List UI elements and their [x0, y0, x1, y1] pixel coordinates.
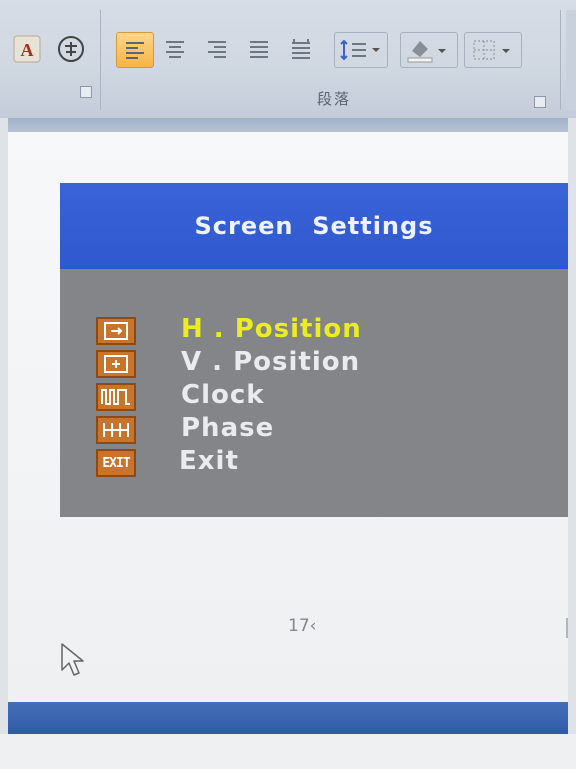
align-left-icon[interactable] [116, 32, 154, 68]
osd-item-phase[interactable]: Phase [60, 413, 568, 447]
window-frame-right [568, 118, 576, 734]
screen-bottom [0, 734, 576, 769]
clock-wave-icon [96, 383, 136, 411]
paragraph-group: 段落 [108, 10, 561, 110]
borders-icon[interactable] [464, 32, 522, 68]
exit-icon-text: EXIT [102, 455, 130, 471]
distributed-icon[interactable] [284, 32, 318, 66]
osd-item-v-position[interactable]: V . Position [60, 347, 568, 381]
ribbon-divider [0, 118, 576, 132]
shading-icon[interactable] [400, 32, 458, 68]
svg-text:A: A [21, 40, 34, 60]
osd-item-label: Clock [181, 380, 265, 410]
exit-icon: EXIT [96, 449, 136, 477]
page-number: 17‹ [288, 616, 317, 636]
osd-item-label: Exit [179, 446, 239, 476]
align-center-icon[interactable] [158, 32, 192, 66]
paragraph-group-label: 段落 [316, 90, 351, 108]
align-right-icon[interactable] [200, 32, 234, 66]
paragraph-dialog-launcher-icon[interactable] [534, 96, 546, 108]
h-position-icon [96, 317, 136, 345]
osd-item-exit[interactable]: EXIT Exit [60, 446, 568, 480]
osd-title: Screen Settings [194, 212, 434, 240]
osd-item-label: Phase [181, 413, 275, 443]
window-frame-left [0, 118, 8, 734]
char-style-a-icon[interactable]: A [8, 32, 46, 66]
line-spacing-icon[interactable] [334, 32, 388, 68]
osd-header: Screen Settings [60, 183, 568, 269]
enclose-char-icon[interactable] [52, 32, 90, 66]
osd-item-clock[interactable]: Clock [60, 380, 568, 414]
status-bar [8, 702, 568, 734]
font-dialog-launcher-icon[interactable] [80, 86, 92, 98]
ribbon-edge [566, 10, 576, 110]
justify-icon[interactable] [242, 32, 276, 66]
text-caret [566, 618, 568, 638]
osd-item-label: V . Position [181, 347, 361, 377]
phase-icon [96, 416, 136, 444]
mouse-cursor-icon [60, 642, 86, 682]
osd-item-h-position[interactable]: H . Position [60, 314, 568, 348]
ribbon: A 段落 [0, 0, 576, 118]
osd-menu: Screen Settings H . Position V . Positio… [60, 183, 568, 517]
osd-item-label: H . Position [181, 314, 362, 344]
v-position-icon [96, 350, 136, 378]
